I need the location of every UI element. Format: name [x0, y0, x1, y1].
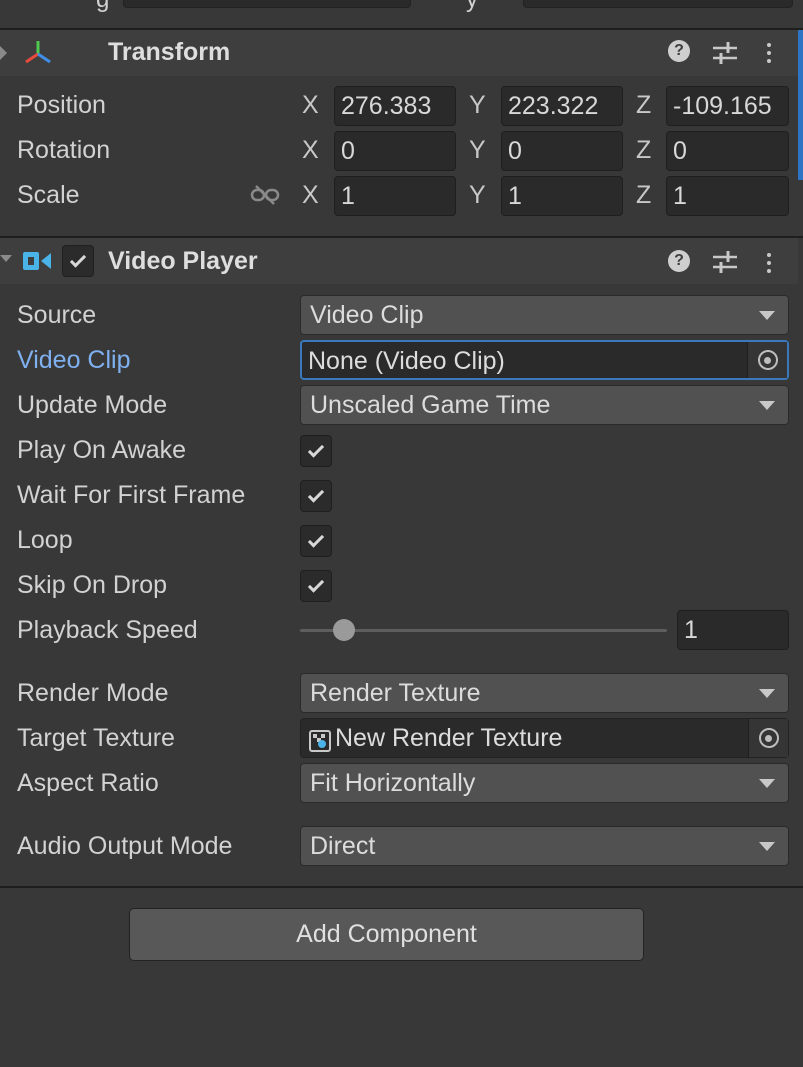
render-mode-value: Render Texture — [310, 679, 481, 707]
foldout-arrow-icon[interactable] — [0, 255, 12, 262]
presets-icon[interactable] — [710, 40, 740, 66]
source-value: Video Clip — [310, 301, 424, 329]
scrollbar-edge[interactable] — [798, 30, 803, 180]
wait-for-first-frame-checkbox[interactable] — [300, 480, 332, 512]
previous-row-field-b[interactable] — [523, 0, 793, 8]
scale-y-field[interactable]: 1 — [501, 176, 623, 216]
aspect-ratio-label: Aspect Ratio — [17, 769, 159, 797]
transform-header[interactable]: Transform ? — [0, 30, 798, 76]
previous-row-label: g — [96, 0, 109, 14]
aspect-ratio-dropdown[interactable]: Fit Horizontally — [300, 763, 789, 803]
rotation-z-field[interactable]: 0 — [666, 131, 789, 171]
constrain-proportions-link-icon[interactable] — [250, 184, 280, 206]
position-z-axis-label[interactable]: Z — [636, 91, 651, 120]
skip-on-drop-label: Skip On Drop — [17, 571, 168, 599]
checkmark-icon — [307, 440, 325, 458]
playback-speed-slider-track[interactable] — [300, 629, 667, 632]
target-texture-value: New Render Texture — [335, 724, 563, 752]
video-player-title: Video Player — [108, 247, 258, 275]
section-divider — [0, 886, 803, 888]
scale-z-axis-label[interactable]: Z — [636, 181, 651, 210]
presets-icon[interactable] — [710, 249, 740, 275]
rotation-y-axis-label[interactable]: Y — [469, 136, 486, 165]
wait-for-first-frame-label: Wait For First Frame — [17, 481, 246, 509]
render-mode-dropdown[interactable]: Render Texture — [300, 673, 789, 713]
source-label: Source — [17, 301, 97, 329]
video-clip-object-field[interactable]: None (Video Clip) — [300, 340, 789, 380]
dropdown-arrow-icon — [759, 779, 775, 788]
previous-row-field-a[interactable] — [123, 0, 411, 8]
loop-label: Loop — [17, 526, 73, 554]
video-player-header[interactable]: Video Player ? — [0, 238, 798, 284]
video-player-enabled-checkbox[interactable] — [62, 245, 94, 277]
position-y-axis-label[interactable]: Y — [469, 91, 486, 120]
foldout-arrow-icon[interactable] — [0, 46, 7, 60]
kebab-menu-icon — [767, 43, 771, 63]
rotation-y-field[interactable]: 0 — [501, 131, 623, 171]
dropdown-arrow-icon — [759, 401, 775, 410]
transform-title: Transform — [108, 38, 231, 66]
context-menu-button[interactable] — [754, 248, 784, 278]
help-button[interactable]: ? — [664, 36, 694, 66]
scale-z-field[interactable]: 1 — [666, 176, 789, 216]
video-player-icon — [23, 252, 51, 270]
checkmark-icon — [307, 530, 325, 548]
position-x-field[interactable]: 276.383 — [334, 86, 456, 126]
scale-x-field[interactable]: 1 — [334, 176, 456, 216]
audio-output-mode-value: Direct — [310, 832, 376, 860]
loop-checkbox[interactable] — [300, 525, 332, 557]
playback-speed-label: Playback Speed — [17, 616, 198, 644]
play-on-awake-label: Play On Awake — [17, 436, 187, 464]
source-dropdown[interactable]: Video Clip — [300, 295, 789, 335]
rotation-x-field[interactable]: 0 — [334, 131, 456, 171]
skip-on-drop-checkbox[interactable] — [300, 570, 332, 602]
help-button[interactable]: ? — [664, 246, 694, 276]
object-picker-button[interactable] — [748, 719, 788, 757]
audio-output-mode-label: Audio Output Mode — [17, 832, 233, 860]
target-texture-label: Target Texture — [17, 724, 175, 752]
render-mode-label: Render Mode — [17, 679, 169, 707]
dropdown-arrow-icon — [759, 842, 775, 851]
scale-label: Scale — [17, 181, 80, 209]
help-icon: ? — [668, 250, 690, 272]
checkmark-icon — [69, 250, 87, 268]
target-texture-object-field[interactable]: New Render Texture — [300, 718, 789, 758]
transform-icon — [25, 41, 51, 64]
context-menu-button[interactable] — [754, 38, 784, 68]
scale-x-axis-label[interactable]: X — [302, 181, 319, 210]
playback-speed-field[interactable]: 1 — [677, 610, 789, 650]
update-mode-label: Update Mode — [17, 391, 168, 419]
rotation-x-axis-label[interactable]: X — [302, 136, 319, 165]
position-y-field[interactable]: 223.322 — [501, 86, 623, 126]
object-picker-icon — [757, 350, 778, 370]
help-icon: ? — [668, 40, 690, 62]
aspect-ratio-value: Fit Horizontally — [310, 769, 476, 797]
rotation-label: Rotation — [17, 136, 111, 164]
position-label: Position — [17, 91, 106, 119]
render-texture-icon — [309, 730, 331, 752]
audio-output-mode-dropdown[interactable]: Direct — [300, 826, 789, 866]
add-component-button[interactable]: Add Component — [129, 908, 644, 961]
play-on-awake-checkbox[interactable] — [300, 435, 332, 467]
checkmark-icon — [307, 485, 325, 503]
update-mode-dropdown[interactable]: Unscaled Game Time — [300, 385, 789, 425]
rotation-z-axis-label[interactable]: Z — [636, 136, 651, 165]
kebab-menu-icon — [767, 253, 771, 273]
position-z-field[interactable]: -109.165 — [666, 86, 789, 126]
dropdown-arrow-icon — [759, 311, 775, 320]
scale-y-axis-label[interactable]: Y — [469, 181, 486, 210]
playback-speed-slider-handle[interactable] — [333, 619, 356, 641]
object-picker-button[interactable] — [747, 342, 787, 378]
video-clip-value: None (Video Clip) — [308, 347, 505, 375]
object-picker-icon — [758, 728, 779, 748]
previous-row-label-b: y — [466, 0, 478, 14]
dropdown-arrow-icon — [759, 689, 775, 698]
position-x-axis-label[interactable]: X — [302, 91, 319, 120]
update-mode-value: Unscaled Game Time — [310, 391, 551, 419]
video-clip-label: Video Clip — [17, 346, 131, 374]
checkmark-icon — [307, 575, 325, 593]
